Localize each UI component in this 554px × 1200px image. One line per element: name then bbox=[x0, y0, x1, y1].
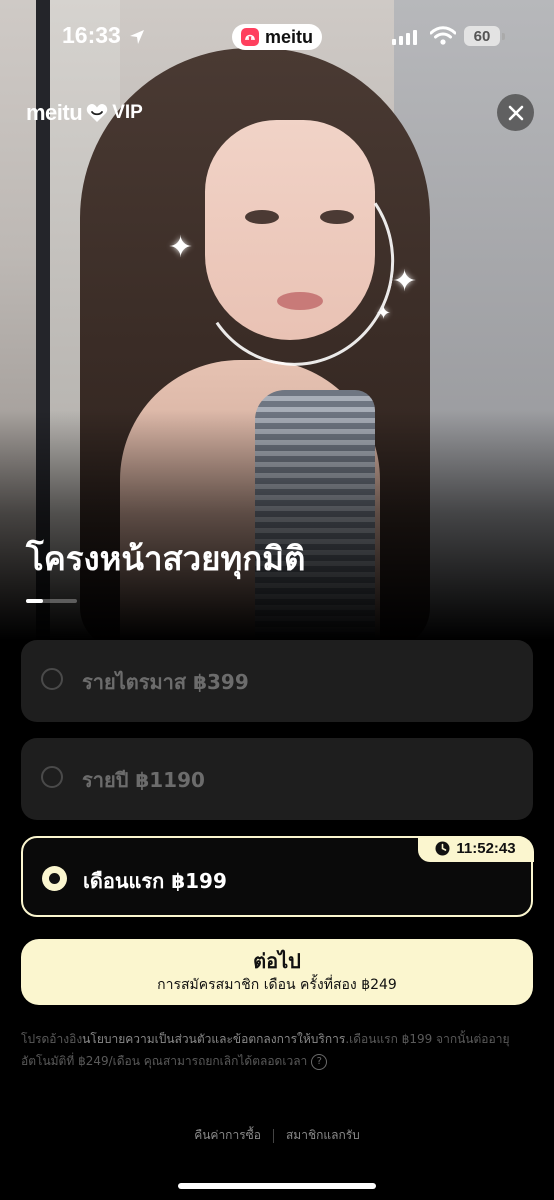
carousel-indicator bbox=[26, 599, 77, 603]
radio-selected[interactable] bbox=[42, 866, 67, 891]
plan-option-quarterly[interactable]: รายไตรมาส ฿399 bbox=[21, 640, 533, 722]
radio-unselected[interactable] bbox=[41, 668, 63, 690]
plan-label: รายปี ฿1190 bbox=[82, 768, 205, 792]
wifi-icon bbox=[430, 26, 456, 45]
location-arrow-icon bbox=[130, 30, 144, 44]
continue-button-subtitle: การสมัครสมาชิก เดือน ครั้งที่สอง ฿249 bbox=[157, 976, 397, 993]
help-icon[interactable]: ? bbox=[311, 1053, 328, 1070]
clock-icon bbox=[435, 841, 450, 856]
battery-icon: 60 bbox=[464, 26, 500, 46]
plan-option-yearly[interactable]: รายปี ฿1190 bbox=[21, 738, 533, 820]
plan-label: เดือนแรก ฿199 bbox=[83, 869, 227, 893]
meitu-logo-icon bbox=[240, 28, 259, 46]
app-pill-label: meitu bbox=[264, 26, 313, 47]
sparkle-icon: ✦ bbox=[168, 230, 194, 265]
radio-unselected[interactable] bbox=[41, 766, 63, 788]
countdown-timer: 11:52:43 bbox=[456, 840, 516, 857]
app-indicator-pill[interactable]: meitu bbox=[232, 24, 322, 50]
carousel-indicator-fill bbox=[26, 599, 43, 603]
continue-button-label: ต่อไป bbox=[253, 948, 301, 973]
legal-prefix: โปรดอ้างอิง bbox=[21, 1032, 83, 1046]
vip-subscription-screen: ✦ ✦ ✦ 16:33 meitu 60 meitu VIP โครงหน้าส… bbox=[0, 0, 554, 1200]
home-indicator[interactable] bbox=[178, 1183, 376, 1189]
redeem-membership-link[interactable]: สมาชิกแลกรับ bbox=[286, 1126, 360, 1145]
sparkle-icon: ✦ bbox=[376, 303, 392, 324]
brand-name: meitu bbox=[26, 100, 83, 125]
cellular-signal-icon bbox=[392, 30, 417, 45]
restore-purchase-link[interactable]: คืนค่าการซื้อ bbox=[194, 1126, 261, 1145]
privacy-terms-link[interactable]: นโยบายความเป็นส่วนตัวและข้อตกลงการให้บริ… bbox=[82, 1032, 345, 1046]
hero-headline: โครงหน้าสวยทุกมิติ bbox=[26, 539, 306, 578]
legal-disclaimer: โปรดอ้างอิงนโยบายความเป็นส่วนตัวและข้อตก… bbox=[21, 1028, 533, 1072]
countdown-badge: 11:52:43 bbox=[417, 835, 534, 862]
footer-links: คืนค่าการซื้อ สมาชิกแลกรับ bbox=[0, 1126, 554, 1145]
brand-vip-label: VIP bbox=[112, 102, 143, 123]
close-button[interactable] bbox=[497, 94, 534, 131]
plan-option-first-month[interactable]: 11:52:43 เดือนแรก ฿199 bbox=[21, 835, 534, 917]
heart-icon bbox=[86, 104, 108, 122]
battery-level: 60 bbox=[473, 27, 491, 45]
status-bar: 16:33 meitu 60 bbox=[0, 0, 554, 76]
sparkle-icon: ✦ bbox=[392, 264, 418, 299]
status-time: 16:33 bbox=[62, 22, 121, 48]
plan-label: รายไตรมาส ฿399 bbox=[82, 670, 249, 694]
close-icon bbox=[508, 105, 523, 120]
footer-divider bbox=[272, 1128, 274, 1143]
continue-button[interactable]: ต่อไป การสมัครสมาชิก เดือน ครั้งที่สอง ฿… bbox=[21, 939, 533, 1005]
brand-logo: meitu VIP bbox=[26, 100, 143, 126]
